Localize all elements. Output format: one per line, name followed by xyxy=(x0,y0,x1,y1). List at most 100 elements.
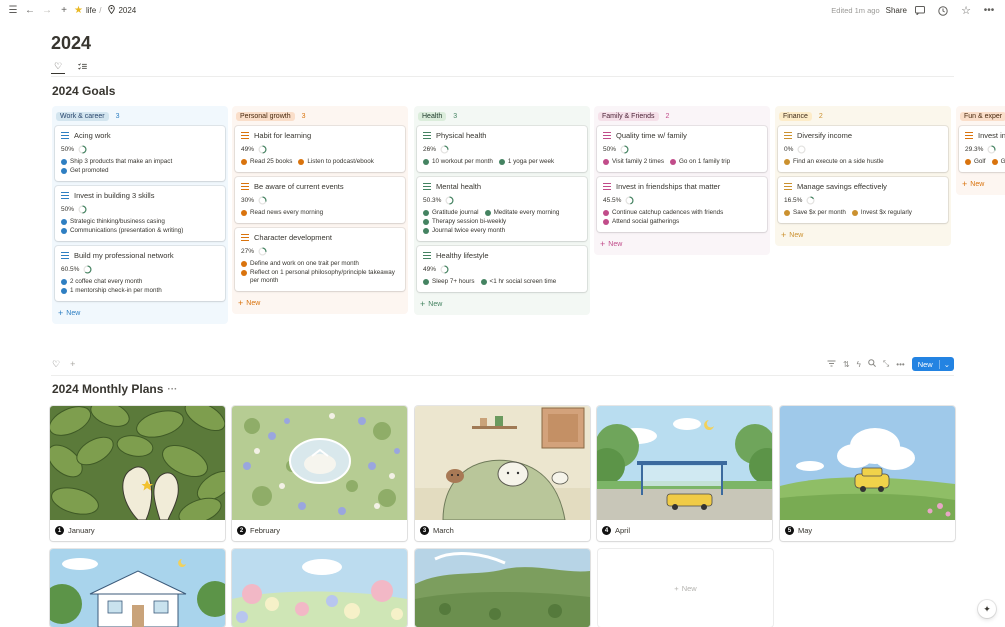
goal-card[interactable]: Build my professional network 60.5% 2 coff… xyxy=(55,246,225,301)
key-result-item[interactable]: Listen to podcast/ebook xyxy=(298,158,374,166)
expand-icon[interactable]: ⤡ xyxy=(883,359,889,369)
key-results: Golf G xyxy=(965,158,1005,167)
key-result-item[interactable]: 1 yoga per week xyxy=(498,158,554,166)
goal-card[interactable]: Healthy lifestyle 49% Sleep 7+ hours <1 hr … xyxy=(417,246,587,292)
key-result-item[interactable]: Go on 1 family trip xyxy=(670,158,730,166)
filter-icon[interactable] xyxy=(827,360,836,369)
add-page-icon[interactable]: + xyxy=(57,4,71,18)
share-button[interactable]: Share xyxy=(886,6,907,15)
key-result-item[interactable]: Read 25 books xyxy=(241,158,292,166)
key-result-item[interactable]: Golf xyxy=(965,158,986,166)
key-result-item[interactable]: Attend social gatherings xyxy=(603,218,761,226)
key-result-item[interactable]: Reflect on 1 personal philosophy/princip… xyxy=(241,269,399,285)
key-result-item[interactable]: Visit family 2 times xyxy=(603,158,664,166)
more-options-icon[interactable]: ··· xyxy=(167,384,177,395)
key-result-item[interactable]: Therapy session bi-weekly xyxy=(423,218,506,226)
sort-icon[interactable]: ⇅ xyxy=(843,360,850,369)
new-month-card[interactable]: + New xyxy=(598,549,773,627)
goal-card[interactable]: Habit for learning 49% Read 25 books Listen… xyxy=(235,126,405,172)
column-header[interactable]: Family & Friends 2 xyxy=(597,109,767,123)
search-icon[interactable] xyxy=(868,359,876,369)
month-card-february[interactable]: 2 February xyxy=(232,406,407,541)
key-result-item[interactable]: Save $x per month xyxy=(784,209,846,217)
back-arrow-icon[interactable]: ← xyxy=(23,4,37,18)
board-column: Finance 2 Diversify income 0% Find an execut… xyxy=(775,106,951,246)
page-lines-icon xyxy=(61,192,69,199)
month-card-march[interactable]: 3 March xyxy=(415,406,590,541)
key-result-item[interactable]: 10 workout per month xyxy=(423,158,493,166)
key-result-item[interactable]: Strategic thinking/business casing xyxy=(61,218,219,226)
add-new-button[interactable]: + New xyxy=(417,297,587,312)
key-result-item[interactable]: Ship 3 products that make an impact xyxy=(61,158,219,166)
column-header[interactable]: Finance 2 xyxy=(778,109,948,123)
forward-arrow-icon[interactable]: → xyxy=(40,4,54,18)
add-new-button[interactable]: + New xyxy=(235,296,405,311)
goal-card[interactable]: Mental health 50.3% Gratitude journal Medit… xyxy=(417,177,587,241)
board-column: Family & Friends 2 Quality time w/ family 5… xyxy=(594,106,770,255)
new-button[interactable]: New ⌄ xyxy=(911,357,954,371)
july-cover-image xyxy=(232,549,407,627)
month-card-may[interactable]: 5 May xyxy=(780,406,955,541)
goal-card[interactable]: Invest in building 3 skills 50% Strategic … xyxy=(55,186,225,241)
month-card-april[interactable]: 4 April xyxy=(597,406,772,541)
key-result-item[interactable]: Define and work on one trait per month xyxy=(241,260,399,268)
month-card-january[interactable]: 1 January xyxy=(50,406,225,541)
menu-icon[interactable]: ☰ xyxy=(6,4,20,18)
goal-card[interactable]: Quality time w/ family 50% Visit family 2 … xyxy=(597,126,767,172)
key-result-item[interactable]: G xyxy=(991,158,1005,166)
chevron-down-icon[interactable]: ⌄ xyxy=(938,359,954,369)
month-card-july[interactable] xyxy=(232,549,407,627)
goal-card[interactable]: Manage savings effectively 16.5% Save $x p… xyxy=(778,177,948,223)
month-card-august[interactable] xyxy=(415,549,590,627)
key-result-item[interactable]: <1 hr social screen time xyxy=(480,278,556,286)
heart-view-tab[interactable]: ♡ xyxy=(52,359,60,370)
add-new-button[interactable]: + New xyxy=(55,306,225,321)
goal-card[interactable]: Invest in 29.3% Golf G xyxy=(959,126,1005,172)
more-options-icon[interactable]: ••• xyxy=(982,4,996,18)
key-result-item[interactable]: Invest $x regularly xyxy=(851,209,912,217)
key-result-label: 2 coffee chat every month xyxy=(70,278,143,285)
goal-card[interactable]: Invest in friendships that matter 45.5% Co… xyxy=(597,177,767,232)
more-options-icon[interactable]: ••• xyxy=(896,360,904,369)
column-header[interactable]: Health 3 xyxy=(417,109,587,123)
card-title-row: Manage savings effectively xyxy=(784,182,942,191)
month-card-june[interactable] xyxy=(50,549,225,627)
progress-row: 0% xyxy=(784,145,942,154)
key-result-item[interactable]: 1 mentorship check-in per month xyxy=(61,287,219,295)
key-result-item[interactable]: Gratitude journal xyxy=(423,209,479,217)
automation-lightning-icon[interactable]: ϟ xyxy=(857,360,861,369)
progress-row: 49% xyxy=(423,265,581,274)
history-clock-icon[interactable] xyxy=(936,4,950,18)
add-new-button[interactable]: + New xyxy=(597,237,767,252)
key-result-item[interactable]: Meditate every morning xyxy=(484,209,559,217)
key-result-icon xyxy=(423,159,429,165)
column-header[interactable]: Work & career 3 xyxy=(55,109,225,123)
goal-card[interactable]: Character development 27% Define and work … xyxy=(235,228,405,291)
column-header[interactable]: Personal growth 3 xyxy=(235,109,405,123)
goal-card[interactable]: Be aware of current events 30% Read news e… xyxy=(235,177,405,223)
goal-card[interactable]: Diversify income 0% Find an execute on a s… xyxy=(778,126,948,172)
favorite-star-icon[interactable]: ☆ xyxy=(959,4,973,18)
checklist-view-tab[interactable] xyxy=(75,60,89,74)
key-result-item[interactable]: Journal twice every month xyxy=(423,227,505,235)
column-header[interactable]: Fun & exper xyxy=(959,109,1005,123)
goal-card[interactable]: Physical health 26% 10 workout per month 1 … xyxy=(417,126,587,172)
ai-assistant-button[interactable]: ✦ xyxy=(978,600,996,618)
key-result-item[interactable]: Get promoted xyxy=(61,167,219,175)
breadcrumb-2024[interactable]: 2024 xyxy=(108,5,136,16)
key-result-item[interactable]: Read news every morning xyxy=(241,209,399,217)
add-new-button[interactable]: + New xyxy=(778,228,948,243)
breadcrumb-life[interactable]: ★ life / xyxy=(74,5,104,16)
key-result-item[interactable]: Sleep 7+ hours xyxy=(423,278,475,286)
key-results: 2 coffee chat every month 1 mentorship ch… xyxy=(61,278,219,296)
heart-view-tab[interactable]: ♡ xyxy=(51,60,65,74)
month-number-badge: 1 xyxy=(55,526,64,535)
add-new-button[interactable]: + New xyxy=(959,177,1005,192)
key-result-item[interactable]: Communications (presentation & writing) xyxy=(61,227,219,235)
comment-icon[interactable] xyxy=(913,4,927,18)
add-view-icon[interactable]: + xyxy=(70,359,75,370)
key-result-item[interactable]: Continue catchup cadences with friends xyxy=(603,209,761,217)
key-result-item[interactable]: Find an execute on a side hustle xyxy=(784,158,942,166)
key-result-item[interactable]: 2 coffee chat every month xyxy=(61,278,219,286)
goal-card[interactable]: Acing work 50% Ship 3 products that make a… xyxy=(55,126,225,181)
